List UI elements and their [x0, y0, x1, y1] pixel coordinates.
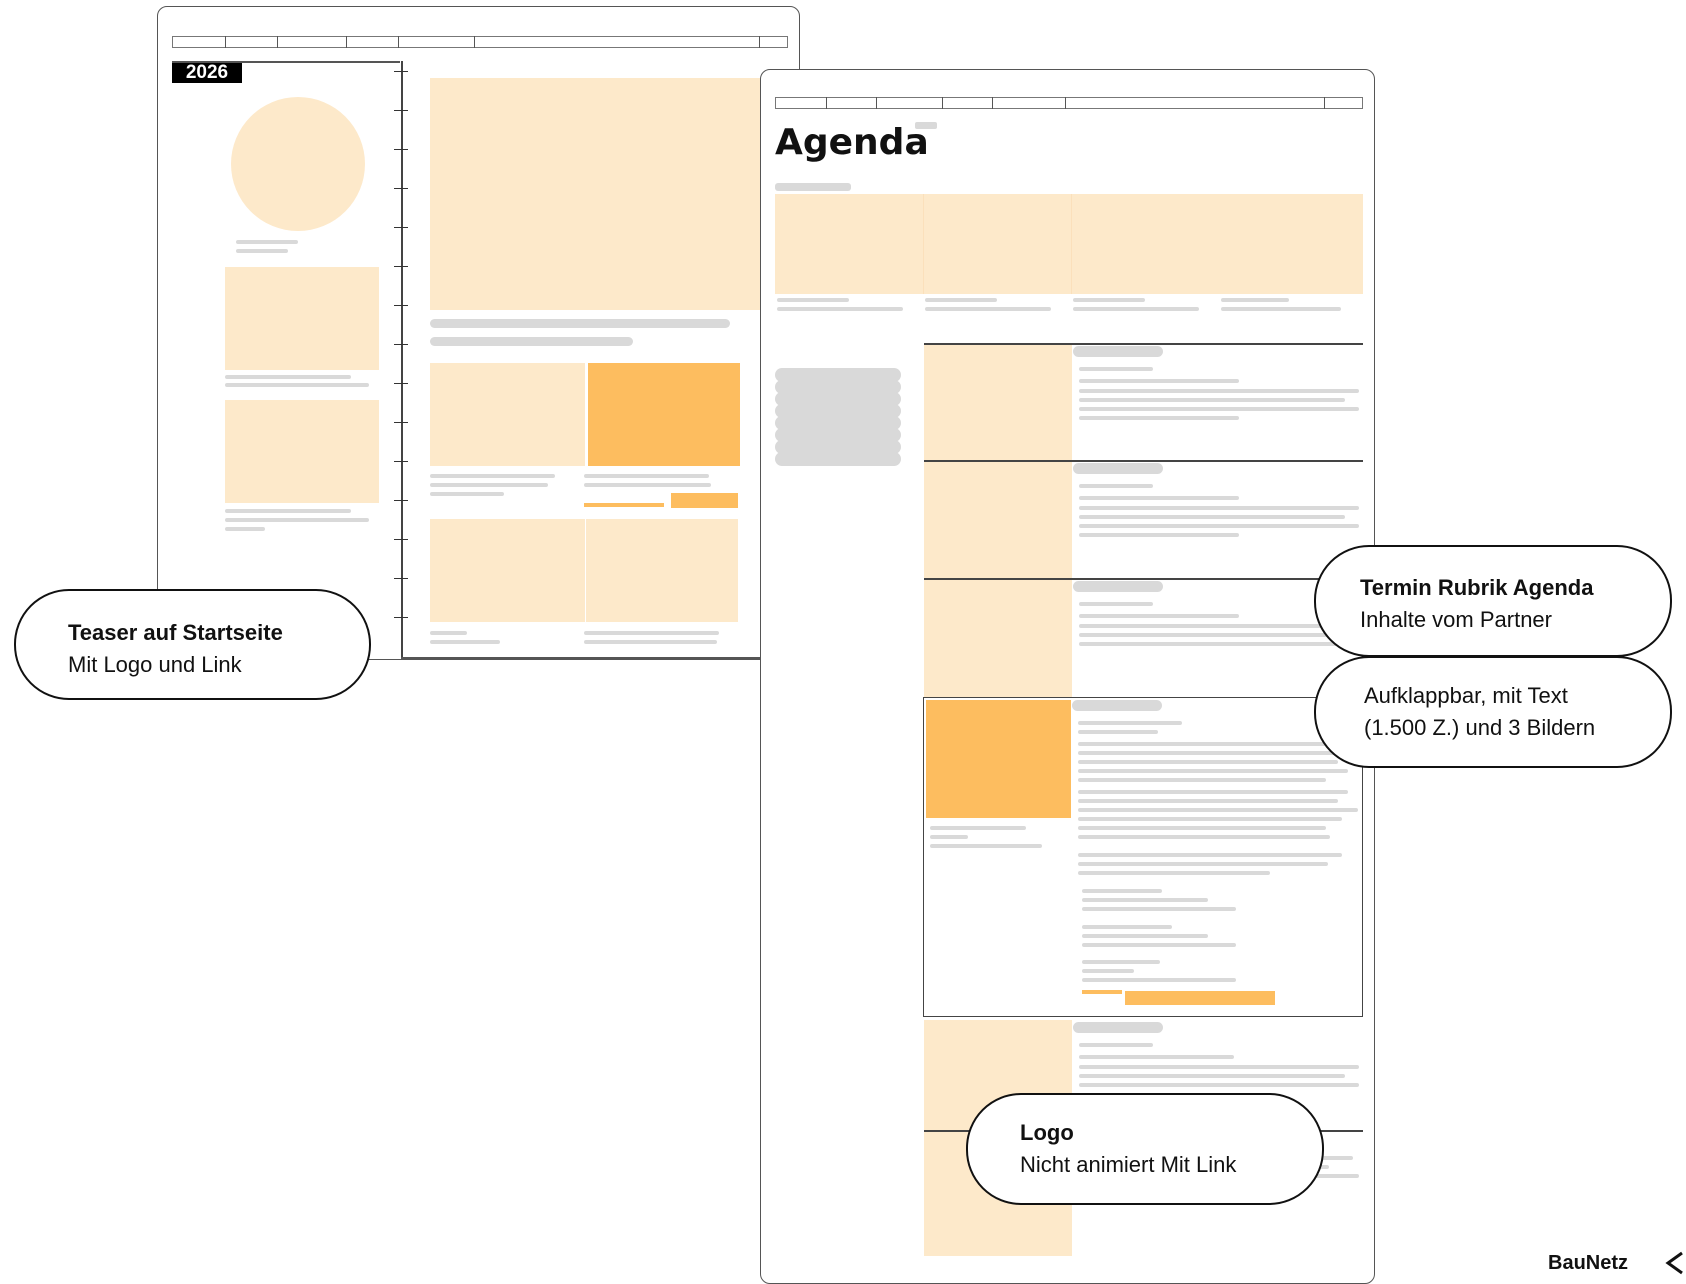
bottom-border	[401, 657, 801, 659]
expanded-partner-entry[interactable]	[923, 697, 1363, 1017]
brand-label: BauNetz	[1548, 1252, 1629, 1274]
headline-line	[430, 337, 633, 346]
callout-teaser: Teaser auf Startseite Mit Logo und Link	[14, 589, 371, 700]
page-title: Agenda	[775, 122, 929, 163]
text-line	[236, 240, 298, 244]
text-line	[584, 474, 709, 478]
headline-line	[430, 319, 730, 328]
callout-termin-text: Inhalte vom Partner	[1360, 607, 1552, 632]
agenda-item-image	[924, 579, 1072, 697]
partner-link-line[interactable]	[584, 503, 664, 507]
text-line	[225, 518, 369, 522]
image-placeholder	[225, 267, 379, 370]
startseite-mockup: 2026	[157, 6, 801, 660]
partner-link-line[interactable]	[1082, 990, 1122, 994]
teaser-image-placeholder	[430, 519, 585, 622]
filter-line	[775, 183, 851, 191]
callout-logo: Logo Nicht animiert Mit Link	[966, 1093, 1324, 1205]
text-line	[430, 483, 548, 487]
text-line	[430, 640, 500, 644]
brand-logo: BauNetz	[1548, 1251, 1686, 1275]
agenda-item-image	[924, 344, 1072, 461]
teaser-image-placeholder	[586, 519, 738, 622]
partner-logo[interactable]	[1125, 991, 1275, 1005]
agenda-item[interactable]	[1072, 346, 1363, 456]
partner-teaser-image[interactable]	[588, 363, 740, 466]
brand-arrow-icon	[1665, 1251, 1683, 1275]
callout-teaser-text: Mit Logo und Link	[68, 652, 242, 677]
callout-teaser-title: Teaser auf Startseite	[68, 620, 283, 645]
text-line	[584, 483, 711, 487]
text-line	[225, 509, 351, 513]
hero-image-placeholder	[430, 78, 760, 310]
text-line	[430, 631, 467, 635]
top-navigation-bar	[172, 36, 788, 48]
text-line	[236, 249, 288, 253]
callout-aufklappbar: Aufklappbar, mit Text (1.500 Z.) und 3 B…	[1314, 656, 1672, 768]
timeline-axis	[394, 61, 408, 659]
text-line	[225, 527, 265, 531]
partner-logo[interactable]	[671, 493, 738, 508]
text-line	[584, 631, 719, 635]
agenda-item[interactable]	[1072, 463, 1363, 573]
round-image-placeholder	[231, 97, 365, 231]
partner-entry-image[interactable]	[926, 700, 1071, 818]
text-line	[584, 640, 717, 644]
title-badge	[915, 122, 937, 129]
sidebar-top-border	[172, 61, 400, 63]
callout-logo-text: Nicht animiert Mit Link	[1020, 1152, 1237, 1177]
callout-aufklappbar-line2: (1.500 Z.) und 3 Bildern	[1364, 715, 1596, 740]
image-placeholder	[225, 400, 379, 503]
callout-termin-title: Termin Rubrik Agenda	[1360, 575, 1594, 600]
text-line	[430, 474, 555, 478]
teaser-image-placeholder	[430, 363, 585, 466]
text-line	[430, 492, 504, 496]
featured-strip	[775, 194, 1363, 294]
callout-aufklappbar-line1: Aufklappbar, mit Text	[1364, 683, 1568, 708]
agenda-item-image	[924, 461, 1072, 579]
callout-logo-title: Logo	[1020, 1120, 1074, 1145]
year-badge: 2026	[172, 63, 242, 83]
filter-menu[interactable]	[775, 368, 901, 468]
text-line	[225, 375, 351, 379]
text-line	[225, 383, 369, 387]
top-navigation-bar	[775, 97, 1363, 109]
callout-termin: Termin Rubrik Agenda Inhalte vom Partner	[1314, 545, 1672, 657]
